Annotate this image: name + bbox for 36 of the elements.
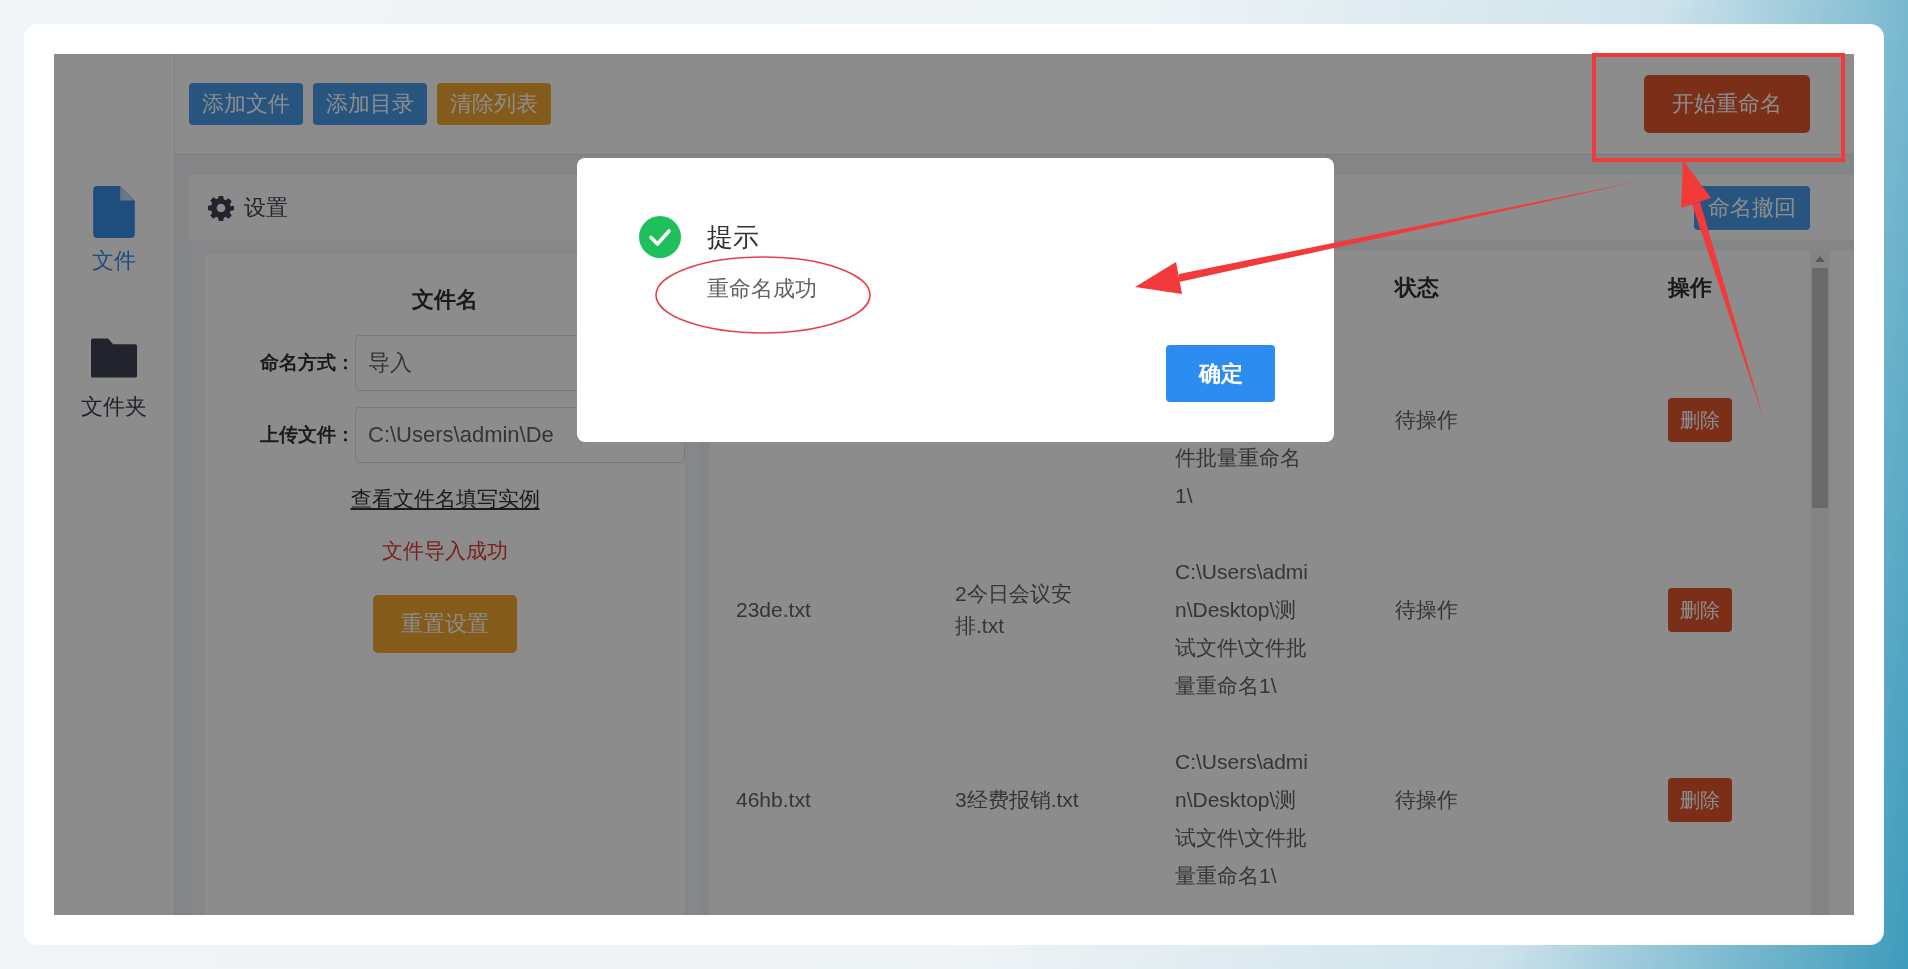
table-cell-text: 待操作 [1395,597,1459,623]
column-header: 操作 [1668,273,1713,302]
dialog-message: 重命名成功 [707,275,818,303]
delete-button[interactable]: 删除 [1668,398,1732,442]
field-label: 命名方式： [259,351,355,375]
table-cell-text: 2今日会议安排.txt [955,581,1073,639]
dialog-title: 提示 [707,220,759,254]
settings-icon [208,194,234,221]
table-cell-text: 3经费报销.txt [955,787,1080,813]
toolbar-button[interactable]: 添加文件 [189,83,303,125]
table-cell-text: C:\Users\admin\Desktop\测试文件\文件批量重命名1\ [1175,749,1309,889]
table-cell-text: 46hb.txt [736,787,812,813]
undo-button[interactable]: 命名撤回 [1694,185,1810,230]
toolbar-button[interactable]: 添加目录 [313,83,427,125]
reset-button[interactable]: 重置设置 [373,595,517,653]
toolbar-button[interactable]: 清除列表 [437,83,551,125]
sidebar-item[interactable]: 文件 [91,186,137,276]
panel-title: 设置 [244,193,288,222]
confirm-button[interactable]: 确定 [1166,345,1275,402]
scrollbar[interactable] [1810,250,1830,915]
status-message: 文件导入成功 [382,538,508,564]
table-cell-text: 件批量重命名1\ [1175,445,1302,509]
example-link[interactable]: 查看文件名填写实例 [350,485,540,513]
table-cell-text: 23de.txt [736,597,812,623]
table-cell-text: C:\Users\admin\Desktop\测试文件\文件批量重命名1\ [1175,559,1309,699]
field-label: 上传文件： [259,423,355,447]
start-rename-button[interactable]: 开始重命名 [1644,75,1810,133]
sidebar-item[interactable]: 文件夹 [81,332,147,422]
table-cell-text: 待操作 [1395,787,1459,813]
delete-button[interactable]: 删除 [1668,778,1732,822]
section-title: 文件名 [412,286,478,314]
table-cell-text: 待操作 [1395,407,1459,433]
delete-button[interactable]: 删除 [1668,588,1732,632]
document-icon [91,186,137,238]
check-circle-icon [639,216,681,258]
column-header: 状态 [1395,273,1440,302]
